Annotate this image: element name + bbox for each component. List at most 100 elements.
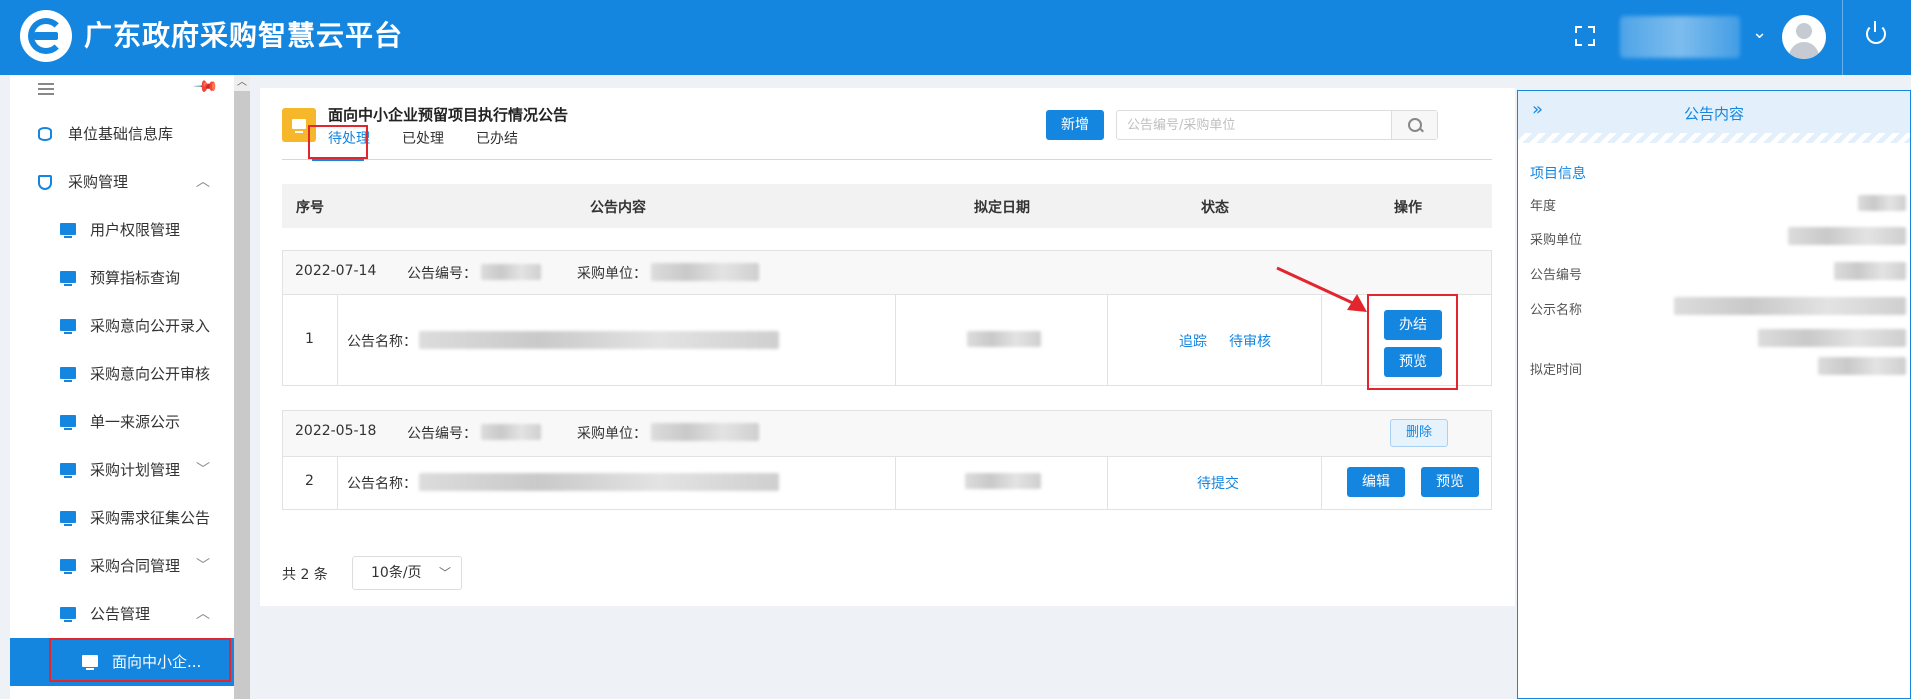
annotation-arrow (1276, 266, 1367, 312)
sidebar-item-single-source[interactable]: 单一来源公示 (10, 398, 234, 446)
sidebar-item-plan-management[interactable]: 采购计划管理 ﹀ (10, 446, 234, 494)
field-label: 公示名称 (1530, 303, 1583, 318)
menu-icon[interactable] (38, 83, 54, 95)
divider (282, 159, 1492, 160)
row-index: 1 (305, 331, 314, 347)
database-icon (38, 127, 52, 141)
add-button[interactable]: 新增 (1046, 110, 1104, 140)
chevron-down-icon[interactable]: ⌄ (1752, 22, 1767, 43)
field-value-redacted (1674, 297, 1906, 315)
field-label: 拟定时间 (1530, 363, 1583, 378)
sidebar-item-budget-query[interactable]: 预算指标查询 (10, 254, 234, 302)
unit-redacted (651, 263, 759, 281)
section-title: 项目信息 (1530, 166, 1586, 182)
unit-redacted (651, 423, 759, 441)
sidebar-item-procurement[interactable]: 采购管理 ︿ (10, 158, 234, 206)
notice-name-label: 公告名称： (347, 476, 417, 492)
monitor-icon (60, 223, 76, 238)
pager-total: 共 2 条 (282, 567, 328, 583)
row-index: 2 (305, 473, 314, 489)
sidebar-item-user-permission[interactable]: 用户权限管理 (10, 206, 234, 254)
date-redacted (965, 473, 1041, 489)
highlight-box (1367, 294, 1458, 390)
double-chevron-right-icon[interactable]: » (1532, 99, 1543, 120)
chevron-down-icon: ﹀ (196, 462, 210, 478)
highlight-box (49, 638, 231, 682)
pin-icon[interactable]: 📌 (192, 73, 220, 101)
date-redacted (967, 331, 1041, 347)
page-title: 面向中小企业预留项目执行情况公告 (328, 106, 569, 124)
search-icon[interactable] (1391, 111, 1437, 139)
sidebar-item-label: 采购意向公开审核 (90, 365, 211, 383)
highlight-box (308, 125, 368, 159)
tab-completed[interactable]: 已办结 (476, 128, 518, 148)
sidebar-item-label: 采购合同管理 (90, 557, 181, 575)
sidebar-item-label: 采购管理 (68, 173, 129, 191)
page-size-value: 10条/页 (371, 565, 422, 581)
column-header: 状态 (1201, 200, 1229, 216)
field-value-redacted (1818, 357, 1906, 375)
monitor-icon (60, 271, 76, 286)
column-header: 操作 (1394, 200, 1422, 216)
notice-detail-panel: 公告内容 » 项目信息 年度 采购单位 公告编号 公示名称 拟定时间 (1517, 90, 1911, 699)
search-input[interactable] (1117, 111, 1397, 139)
sidebar-item-intent-entry[interactable]: 采购意向公开录入 (10, 302, 234, 350)
field-value-redacted (1788, 227, 1906, 245)
sidebar-item-label: 单位基础信息库 (68, 125, 174, 143)
sidebar-item-unit-info[interactable]: 单位基础信息库 (10, 110, 234, 158)
monitor-icon (60, 367, 76, 382)
panel-title: 公告内容 (1683, 105, 1744, 123)
chevron-down-icon: ﹀ (438, 566, 451, 580)
unit-label: 采购单位： (577, 426, 647, 442)
column-header: 序号 (296, 200, 324, 216)
active-tab-indicator (312, 159, 364, 161)
notice-name-redacted (419, 473, 779, 491)
table-header: 序号 公告内容 拟定日期 状态 操作 (282, 184, 1492, 228)
status-pending-review[interactable]: 待审核 (1229, 331, 1271, 351)
sidebar-item-notice-management[interactable]: 公告管理 ︿ (10, 590, 234, 638)
decorative-border (1518, 133, 1910, 143)
sidebar-item-label: 采购计划管理 (90, 461, 181, 479)
column-header: 公告内容 (590, 200, 646, 216)
table-row: 2 公告名称： 待提交 编辑 预览 (283, 457, 1491, 509)
notice-no-label: 公告编号： (407, 426, 477, 442)
top-header: 广东政府采购智慧云平台 ⌄ (0, 0, 1911, 75)
power-icon[interactable] (1866, 21, 1886, 44)
monitor-icon (60, 607, 76, 622)
user-name-redacted[interactable] (1620, 16, 1740, 58)
sidebar-item-contract-management[interactable]: 采购合同管理 ﹀ (10, 542, 234, 590)
chevron-up-icon: ︿ (196, 174, 210, 190)
app-title: 广东政府采购智慧云平台 (84, 19, 404, 52)
field-label: 公告编号 (1530, 268, 1583, 283)
unit-label: 采购单位： (577, 266, 647, 282)
record-card: 2022-05-18 公告编号： 采购单位： 删除 2 公告名称： 待提交 编辑… (282, 410, 1492, 510)
delete-button[interactable]: 删除 (1390, 419, 1448, 447)
sidebar-scrollbar[interactable] (234, 75, 250, 699)
preview-button[interactable]: 预览 (1421, 467, 1479, 497)
scroll-up-arrow-icon[interactable]: ︿ (234, 75, 250, 91)
sidebar-item-label: 采购意向公开录入 (90, 317, 211, 335)
notice-no-redacted (481, 424, 541, 440)
sidebar-item-label: 单一来源公示 (90, 413, 181, 431)
field-label: 采购单位 (1530, 233, 1583, 248)
status-to-submit[interactable]: 待提交 (1197, 473, 1239, 493)
sidebar-item-intent-review[interactable]: 采购意向公开审核 (10, 350, 234, 398)
record-date: 2022-07-14 (295, 263, 377, 279)
edit-button[interactable]: 编辑 (1347, 467, 1405, 497)
sidebar-item-label: 预算指标查询 (90, 269, 181, 287)
panel-header: 公告内容 » (1518, 91, 1910, 133)
notice-name-label: 公告名称： (347, 334, 417, 350)
tab-processed[interactable]: 已处理 (402, 128, 444, 148)
page-size-select[interactable]: 10条/页 ﹀ (352, 556, 462, 590)
track-link[interactable]: 追踪 (1179, 331, 1207, 351)
sidebar-item-label: 采购需求征集公告 (90, 509, 211, 527)
column-header: 拟定日期 (974, 200, 1030, 216)
monitor-icon (60, 511, 76, 526)
sidebar: 📌 单位基础信息库 采购管理 ︿ 用户权限管理 预算指标查询 采购意向公开录入 … (10, 73, 234, 699)
sidebar-item-demand-notice[interactable]: 采购需求征集公告 (10, 494, 234, 542)
field-value-redacted (1858, 195, 1906, 211)
monitor-icon (60, 559, 76, 574)
notice-name-redacted (419, 331, 779, 349)
fullscreen-icon[interactable] (1575, 26, 1595, 46)
avatar[interactable] (1782, 15, 1826, 59)
